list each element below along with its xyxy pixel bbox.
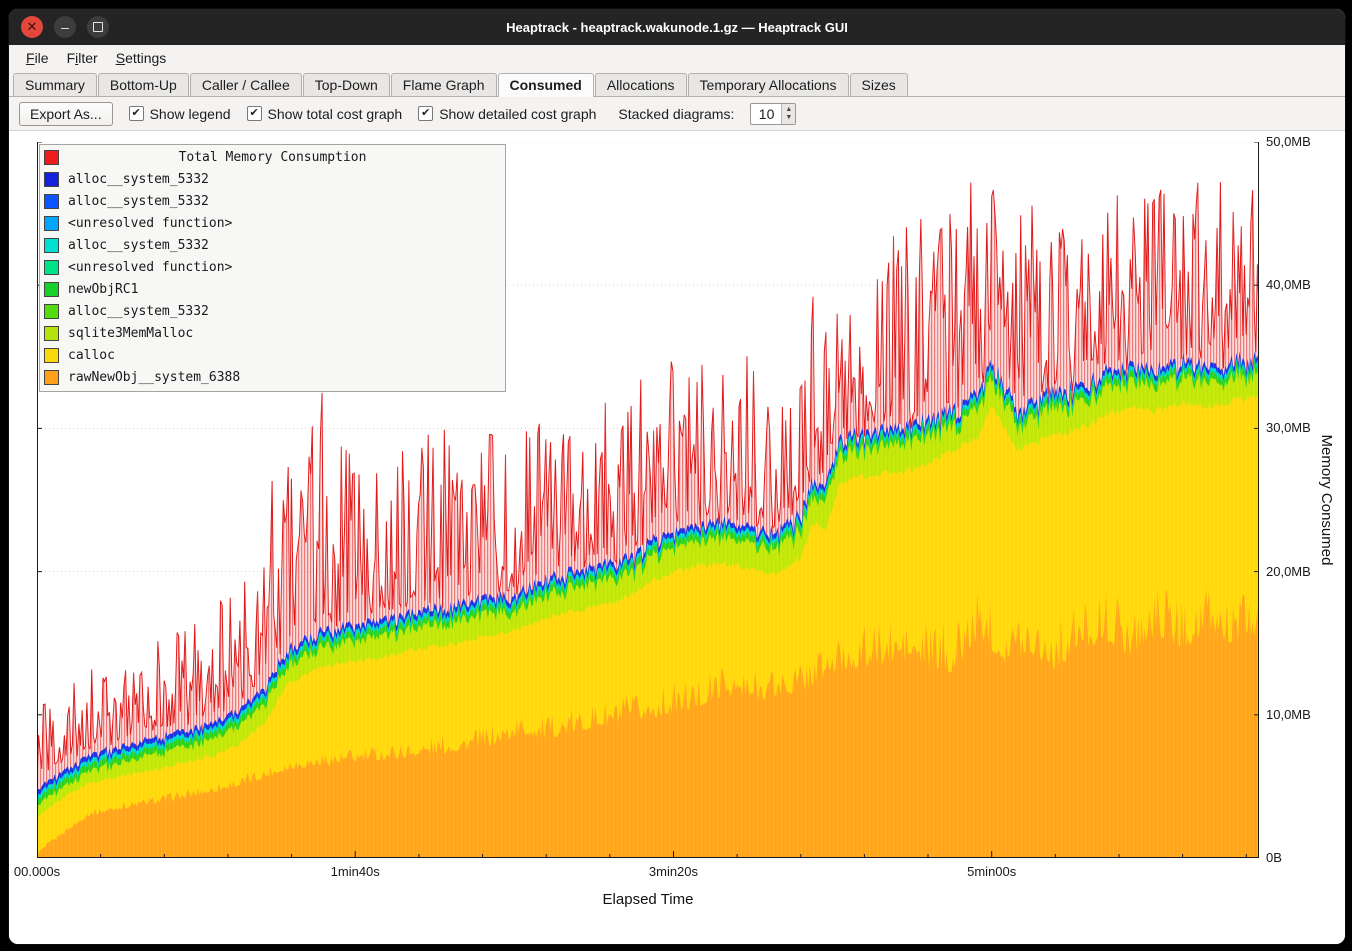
legend-label: newObjRC1 [68,282,138,297]
window-title: Heaptrack - heaptrack.wakunode.1.gz — He… [506,20,848,35]
legend-label: alloc__system_5332 [68,304,209,319]
legend-item: <unresolved function> [40,256,505,278]
legend-title-swatch [44,150,59,165]
heaptrack-window: ✕ – Heaptrack - heaptrack.wakunode.1.gz … [8,8,1346,945]
chart-legend: Total Memory Consumption alloc__system_53… [39,144,506,392]
legend-title-row: Total Memory Consumption [40,146,505,168]
maximize-icon [93,22,103,32]
spin-down-icon[interactable]: ▼ [785,114,792,122]
legend-label: sqlite3MemMalloc [68,326,193,341]
legend-item: sqlite3MemMalloc [40,322,505,344]
tab-consumed[interactable]: Consumed [498,73,594,97]
chart-region: Total Memory Consumption alloc__system_53… [9,131,1345,944]
y-axis-tick-label: 10,0MB [1266,707,1311,722]
checkbox-show-legend[interactable]: ✔ Show legend [129,106,231,122]
legend-label: <unresolved function> [68,260,232,275]
checkmark-icon: ✔ [247,106,262,121]
legend-swatch [44,348,59,363]
y-axis-tick-label: 0B [1266,850,1282,865]
legend-swatch [44,194,59,209]
legend-swatch [44,370,59,385]
close-button[interactable]: ✕ [21,16,43,38]
tab-allocations[interactable]: Allocations [595,73,687,96]
legend-item: alloc__system_5332 [40,300,505,322]
menubar: FileFilterSettings [9,45,1345,71]
legend-label: alloc__system_5332 [68,238,209,253]
legend-item: newObjRC1 [40,278,505,300]
legend-swatch [44,260,59,275]
checkbox-label: Show legend [150,106,231,122]
titlebar[interactable]: ✕ – Heaptrack - heaptrack.wakunode.1.gz … [9,9,1345,45]
legend-label: alloc__system_5332 [68,194,209,209]
legend-label: alloc__system_5332 [68,172,209,187]
stacked-diagrams-value: 10 [751,104,781,124]
close-icon: ✕ [27,19,38,35]
x-axis-tick-label: 00.000s [14,864,60,879]
tab-caller-callee[interactable]: Caller / Callee [190,73,302,96]
tab-top-down[interactable]: Top-Down [303,73,390,96]
tab-bottom-up[interactable]: Bottom-Up [98,73,189,96]
x-axis-tick-label: 5min00s [967,864,1016,879]
maximize-button[interactable] [87,16,109,38]
minimize-button[interactable]: – [54,16,76,38]
toolbar-checkboxes: ✔ Show legend ✔ Show total cost graph ✔ Show … [129,106,597,122]
checkbox-label: Show detailed cost graph [439,106,596,122]
legend-swatch [44,326,59,341]
legend-item: <unresolved function> [40,212,505,234]
legend-label: rawNewObj__system_6388 [68,370,240,385]
y-axis-tick-label: 30,0MB [1266,420,1311,435]
x-axis-tick-label: 1min40s [331,864,380,879]
tab-summary[interactable]: Summary [13,73,97,96]
tab-temporary-allocations[interactable]: Temporary Allocations [688,73,849,96]
menu-file[interactable]: File [17,47,58,69]
legend-item: alloc__system_5332 [40,234,505,256]
legend-title: Total Memory Consumption [179,150,367,165]
checkmark-icon: ✔ [418,106,433,121]
legend-swatch [44,216,59,231]
legend-label: calloc [68,348,115,363]
spin-up-icon[interactable]: ▲ [785,106,792,114]
legend-item: alloc__system_5332 [40,168,505,190]
toolbar: Export As... ✔ Show legend ✔ Show total cos… [9,97,1345,131]
menu-settings[interactable]: Settings [107,47,176,69]
x-axis-title: Elapsed Time [603,891,694,908]
legend-label: <unresolved function> [68,216,232,231]
stacked-diagrams-spinbox[interactable]: 10 ▲ ▼ [750,103,796,125]
menu-filter[interactable]: Filter [58,47,107,69]
legend-swatch [44,282,59,297]
checkbox-label: Show total cost graph [268,106,403,122]
spinbox-buttons: ▲ ▼ [781,104,795,124]
legend-item: alloc__system_5332 [40,190,505,212]
checkmark-icon: ✔ [129,106,144,121]
tabbar: SummaryBottom-UpCaller / CalleeTop-DownF… [9,71,1345,97]
y-axis-title: Memory Consumed [1318,435,1335,566]
y-axis-tick-label: 20,0MB [1266,564,1311,579]
checkbox-show-total-cost-graph[interactable]: ✔ Show total cost graph [247,106,403,122]
checkbox-show-detailed-cost-graph[interactable]: ✔ Show detailed cost graph [418,106,596,122]
legend-swatch [44,172,59,187]
legend-swatch [44,304,59,319]
export-as-button[interactable]: Export As... [19,102,113,126]
x-axis-tick-label: 3min20s [649,864,698,879]
tab-flame-graph[interactable]: Flame Graph [391,73,497,96]
legend-item: rawNewObj__system_6388 [40,366,505,388]
legend-swatch [44,238,59,253]
tab-sizes[interactable]: Sizes [850,73,908,96]
stacked-diagrams-label: Stacked diagrams: [618,106,734,122]
window-controls: ✕ – [21,16,109,38]
y-axis-tick-label: 40,0MB [1266,277,1311,292]
y-axis-tick-label: 50,0MB [1266,134,1311,149]
minimize-icon: – [61,19,69,35]
legend-item: calloc [40,344,505,366]
